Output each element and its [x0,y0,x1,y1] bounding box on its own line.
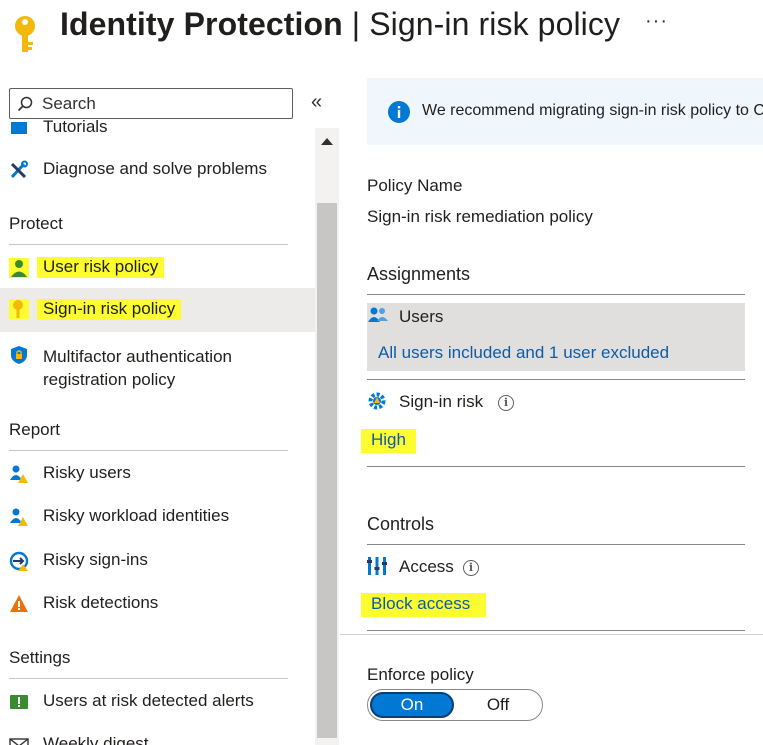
users-icon [368,307,388,322]
access-label: Access [399,557,454,576]
access-controls-icon [367,557,387,575]
page-title-sub: Sign-in risk policy [369,6,621,42]
access-row: Access i [367,556,567,580]
divider [340,634,763,635]
page-title-separator: | [342,6,370,42]
scroll-up-arrow-icon[interactable] [321,138,333,145]
user-icon [9,258,29,278]
sidebar-item-user-risk-policy[interactable]: User risk policy [0,248,315,288]
toggle-on-option[interactable]: On [370,692,454,718]
info-tooltip-icon[interactable]: i [498,395,514,411]
sidebar-item-label: Diagnose and solve problems [43,159,267,178]
sidebar-item-risk-alerts[interactable]: Users at risk detected alerts [0,682,315,722]
divider [9,678,288,679]
info-icon [388,101,410,123]
divider [367,294,745,295]
risky-users-icon [10,465,28,483]
assignments-title: Assignments [367,264,471,284]
policy-content: We recommend migrating sign-in risk poli… [340,62,763,745]
gear-icon [368,392,386,410]
policy-name-label: Policy Name [367,176,463,195]
divider [367,544,745,545]
section-header-report: Report [9,420,61,439]
mail-icon [9,738,29,745]
key-icon [9,299,29,319]
sidebar-item-label: Tutorials [43,120,108,136]
tutorials-icon [11,122,27,134]
signin-risk-row: Sign-in risk i [367,391,567,415]
sidebar-item-signin-risk-policy[interactable]: Sign-in risk policy [0,288,315,332]
signin-risk-value[interactable]: High [361,429,416,453]
sidebar-item-label: Weekly digest [43,734,149,745]
key-icon [15,16,35,52]
risky-workload-icon [10,508,28,526]
warning-icon [10,595,28,612]
highlighted-label: User risk policy [37,257,165,278]
users-assignment-link[interactable]: All users included and 1 user excluded [378,343,669,363]
highlighted-label: Sign-in risk policy [37,299,182,320]
search-box[interactable] [9,88,293,119]
sidebar-item-tutorials[interactable]: Tutorials [0,120,315,148]
section-header-protect: Protect [9,214,63,233]
sidebar-item-label: Risky sign-ins [43,550,148,569]
section-header-settings: Settings [9,648,71,667]
more-options-button[interactable]: ··· [645,10,668,33]
sidebar-item-risk-detections[interactable]: Risk detections [0,584,315,624]
sidebar-item-weekly-digest[interactable]: Weekly digest [0,725,315,745]
shield-lock-icon [11,346,27,364]
scroll-thumb[interactable] [317,203,337,738]
toggle-off-option[interactable]: Off [468,695,528,715]
page-header: Identity Protection | Sign-in risk polic… [0,0,763,62]
sidebar-item-label: Users at risk detected alerts [43,691,254,710]
info-banner: We recommend migrating sign-in risk poli… [367,78,763,145]
page-title-main: Identity Protection [60,6,343,42]
policy-name-value: Sign-in risk remediation policy [367,207,593,226]
sidebar-item-mfa-registration-policy[interactable]: Multifactor authentication registration … [0,342,315,398]
nav-scrollbar[interactable] [315,128,339,745]
users-assignment[interactable]: Users All users included and 1 user excl… [367,303,745,371]
divider [367,379,745,380]
sidebar-item-label: User risk policy [37,257,165,278]
sidebar-item-risky-signins[interactable]: Risky sign-ins [0,541,315,581]
divider [367,466,745,467]
sidebar-item-risky-users[interactable]: Risky users [0,454,315,494]
sidebar-item-label: Risky users [43,463,131,482]
banner-text: We recommend migrating sign-in risk poli… [422,102,763,119]
wrench-icon [10,160,28,179]
risky-signins-icon [9,551,29,571]
page-title: Identity Protection | Sign-in risk polic… [60,6,620,43]
enforce-policy-toggle[interactable]: On Off [367,689,543,721]
sidebar-item-label: Risky workload identities [43,506,230,525]
divider [9,450,288,451]
alert-icon [10,695,28,709]
info-tooltip-icon[interactable]: i [463,560,479,576]
users-label: Users [399,307,444,326]
sidebar-item-label: Multifactor authentication registration … [43,347,232,389]
left-nav: Tutorials Diagnose and solve problems Pr… [0,120,315,745]
search-icon [17,96,33,112]
access-value[interactable]: Block access [361,593,487,617]
sidebar-item-label: Sign-in risk policy [37,299,182,320]
sidebar-item-diagnose[interactable]: Diagnose and solve problems [0,150,315,190]
search-input[interactable] [42,93,282,115]
enforce-policy-label: Enforce policy [367,665,474,684]
divider [367,630,745,631]
sidebar-item-risky-workload-identities[interactable]: Risky workload identities [0,497,315,537]
signin-risk-label: Sign-in risk [399,392,484,411]
collapse-menu-button[interactable]: « [311,91,322,114]
divider [9,244,288,245]
controls-title: Controls [367,514,435,534]
sidebar-item-label: Risk detections [43,593,159,612]
